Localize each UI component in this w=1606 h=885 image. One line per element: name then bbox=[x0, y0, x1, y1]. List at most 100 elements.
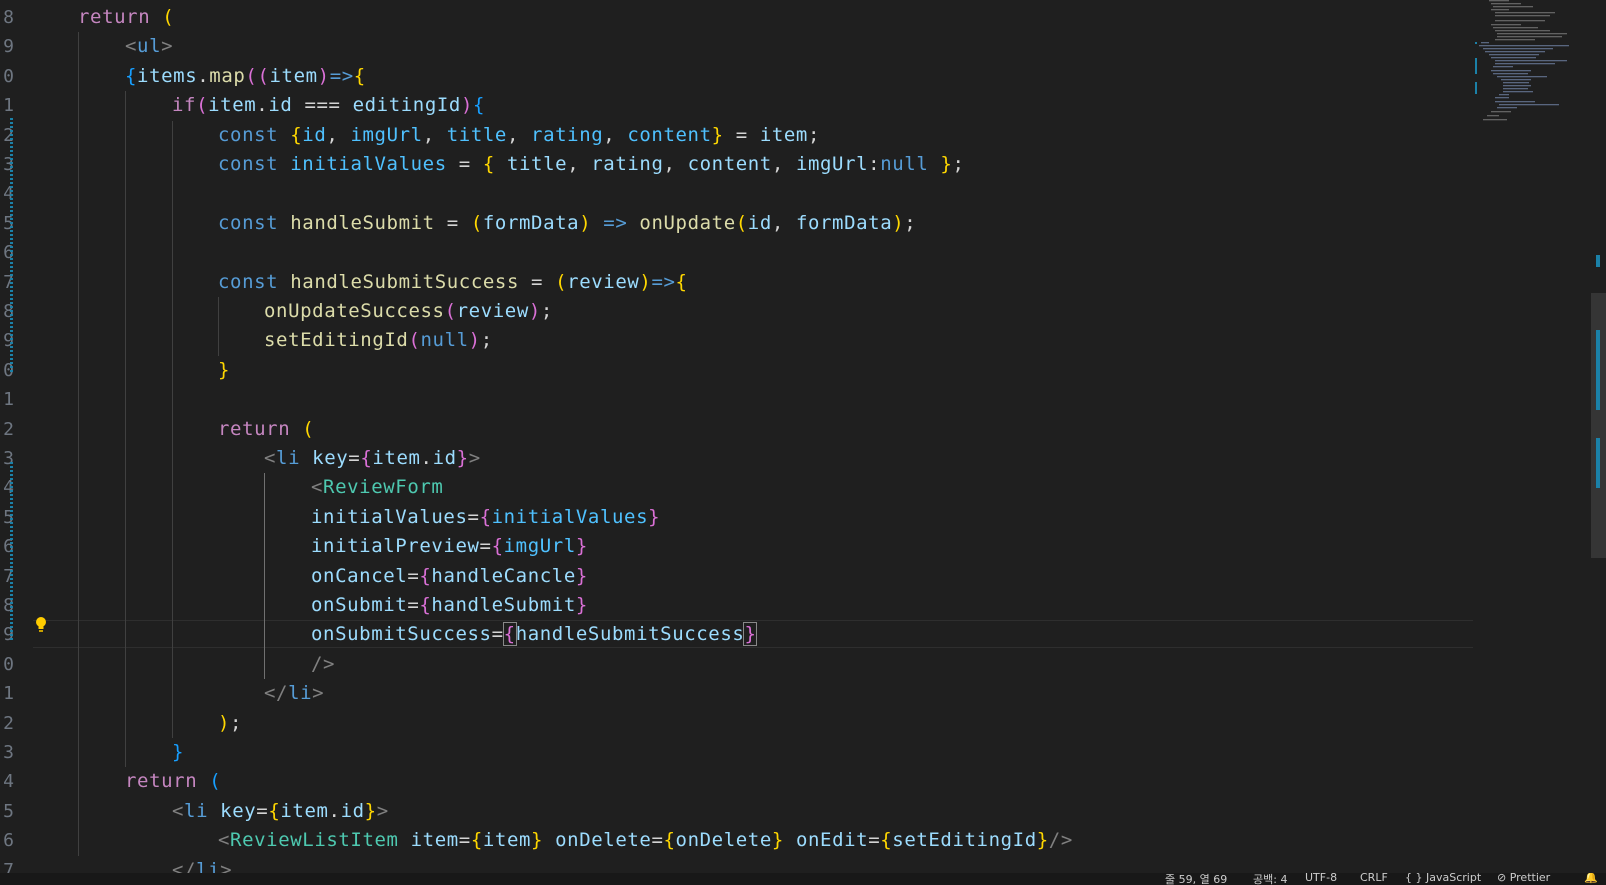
code-token: const bbox=[218, 153, 279, 175]
code-token: imgUrl bbox=[795, 153, 869, 175]
code-token: { bbox=[125, 64, 138, 87]
minimap-line bbox=[1503, 88, 1528, 90]
code-line[interactable]: <ReviewForm bbox=[311, 473, 443, 502]
cursor-position[interactable]: 줄 59, 열 69 bbox=[1165, 873, 1227, 885]
code-line[interactable]: <ReviewListItem item={item} onDelete={on… bbox=[218, 826, 1073, 855]
code-token: li bbox=[184, 799, 209, 822]
code-token: content bbox=[687, 153, 772, 175]
code-token: { bbox=[419, 564, 432, 587]
code-token: initialPreview bbox=[311, 535, 480, 558]
language-mode[interactable]: { } JavaScript bbox=[1405, 873, 1481, 884]
code-line[interactable]: onCancel={handleCancle} bbox=[311, 562, 588, 591]
code-line[interactable]: } bbox=[218, 356, 230, 385]
encoding[interactable]: UTF-8 bbox=[1305, 873, 1337, 884]
code-line[interactable]: <li key={item.id}> bbox=[264, 444, 481, 473]
code-line[interactable]: return ( bbox=[218, 415, 314, 444]
code-token: /> bbox=[1048, 829, 1073, 852]
code-token: > bbox=[161, 35, 174, 58]
code-line[interactable]: /> bbox=[311, 650, 335, 679]
code-line[interactable]: return ( bbox=[78, 3, 174, 32]
code-line[interactable]: onUpdateSuccess(review); bbox=[264, 297, 553, 326]
code-line[interactable]: return ( bbox=[125, 767, 221, 796]
minimap-line bbox=[1493, 73, 1528, 75]
code-token: > bbox=[376, 799, 389, 822]
line-number: 5 bbox=[3, 800, 14, 822]
code-token: item bbox=[759, 123, 808, 146]
code-token: const bbox=[218, 123, 279, 146]
status-bar: 줄 59, 열 69 공백: 4 UTF-8 CRLF { } JavaScri… bbox=[0, 873, 1606, 885]
code-token: ) bbox=[468, 329, 481, 352]
code-line[interactable]: setEditingId(null); bbox=[264, 326, 493, 355]
code-area[interactable]: return (<ul> {items.map((item)=>{if(item.… bbox=[33, 0, 1473, 873]
code-line[interactable]: initialPreview={imgUrl} bbox=[311, 532, 588, 561]
minimap-line bbox=[1503, 82, 1529, 84]
code-token: formData bbox=[482, 211, 580, 234]
lightbulb-icon[interactable] bbox=[34, 616, 48, 634]
code-token: ( bbox=[444, 300, 457, 322]
line-number-gutter: 890123456789012345678901234567 bbox=[0, 0, 33, 873]
code-line[interactable]: <ul> bbox=[125, 32, 173, 61]
code-token: imgUrl bbox=[350, 123, 423, 146]
minimap-change-marker bbox=[1475, 42, 1477, 44]
indentation[interactable]: 공백: 4 bbox=[1253, 873, 1287, 885]
code-line[interactable]: const {id, imgUrl, title, rating, conten… bbox=[218, 121, 820, 150]
code-token: ) bbox=[528, 300, 541, 322]
minimap-line bbox=[1491, 9, 1509, 11]
code-token: , bbox=[326, 123, 351, 146]
code-token: initialValues bbox=[311, 505, 468, 528]
minimap[interactable] bbox=[1473, 0, 1591, 873]
code-token: . bbox=[420, 447, 433, 469]
code-line[interactable]: </li> bbox=[264, 679, 324, 708]
minimap-line bbox=[1481, 42, 1489, 44]
code-line[interactable]: initialValues={initialValues} bbox=[311, 503, 660, 532]
code-line[interactable]: if(item.id === editingId){ bbox=[172, 91, 485, 120]
prettier-status[interactable]: ⊘ Prettier bbox=[1497, 873, 1550, 884]
code-token: onEdit bbox=[795, 829, 869, 852]
line-ending[interactable]: CRLF bbox=[1360, 873, 1388, 884]
code-token: return bbox=[125, 770, 198, 793]
code-line[interactable]: const initialValues = { title, rating, c… bbox=[218, 150, 965, 179]
code-token: , bbox=[771, 153, 796, 175]
code-token: => bbox=[651, 270, 676, 293]
code-token: => bbox=[329, 64, 354, 87]
code-token: onUpdateSuccess bbox=[264, 300, 445, 322]
code-token: handleSubmit bbox=[431, 594, 576, 616]
code-token: li bbox=[196, 858, 221, 873]
code-token: { bbox=[482, 153, 495, 175]
notification-bell-icon[interactable]: 🔔 bbox=[1584, 873, 1598, 884]
code-line[interactable]: } bbox=[172, 738, 184, 767]
code-line[interactable]: ); bbox=[218, 709, 242, 738]
minimap-line bbox=[1495, 30, 1550, 32]
git-change-marker[interactable] bbox=[10, 462, 13, 642]
code-token: > bbox=[220, 858, 233, 873]
code-token: } bbox=[648, 505, 661, 528]
code-line[interactable]: onSubmitSuccess={handleSubmitSuccess} bbox=[311, 620, 758, 649]
code-token: = bbox=[651, 829, 664, 852]
code-line[interactable]: </li> bbox=[172, 856, 232, 873]
minimap-line bbox=[1479, 45, 1569, 47]
code-line[interactable]: {items.map((item)=>{ bbox=[125, 62, 366, 91]
code-token: review bbox=[456, 300, 529, 322]
code-token: { bbox=[470, 829, 483, 852]
minimap-line bbox=[1495, 63, 1555, 65]
code-token: imgUrl bbox=[503, 535, 576, 558]
minimap-line bbox=[1493, 27, 1538, 29]
code-line[interactable]: const handleSubmitSuccess = (review)=>{ bbox=[218, 268, 688, 297]
code-token: title bbox=[506, 153, 568, 175]
code-token: id bbox=[302, 123, 327, 146]
line-number: 1 bbox=[3, 95, 14, 117]
code-line[interactable]: onSubmit={handleSubmit} bbox=[311, 591, 588, 620]
code-token: map bbox=[209, 64, 246, 87]
code-editor[interactable]: 890123456789012345678901234567 return (<… bbox=[0, 0, 1606, 873]
code-line[interactable]: const handleSubmit = (formData) => onUpd… bbox=[218, 209, 916, 238]
line-number: 0 bbox=[3, 653, 14, 675]
code-token: title bbox=[446, 123, 507, 146]
code-line[interactable]: <li key={item.id}> bbox=[172, 797, 389, 826]
git-change-marker[interactable] bbox=[10, 118, 13, 373]
code-token: === bbox=[292, 94, 353, 117]
code-token: { bbox=[290, 123, 303, 146]
code-token: . bbox=[328, 799, 341, 822]
